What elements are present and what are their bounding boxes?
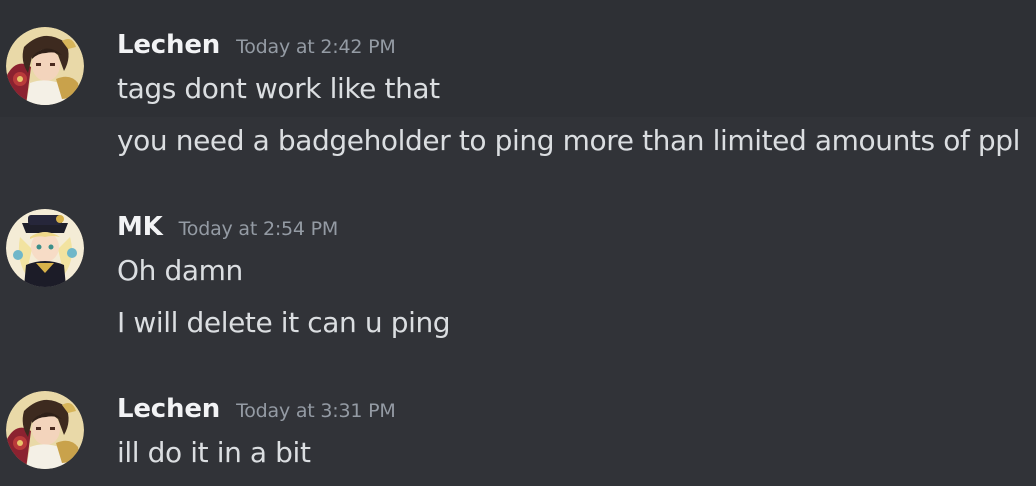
message-text: tags dont work like that (117, 72, 440, 105)
message-list: Lechen Today at 2:42 PM tags dont work l… (0, 0, 1036, 486)
avatar[interactable] (6, 391, 84, 469)
mk-avatar-icon (6, 209, 84, 287)
message-text: Oh damn (117, 254, 243, 287)
avatar[interactable] (6, 209, 84, 287)
lechen-avatar-icon (6, 27, 84, 105)
message-group: Lechen Today at 2:42 PM tags dont work l… (0, 0, 1036, 180)
message-group: MK Today at 2:54 PM Oh damn I will delet… (0, 180, 1036, 360)
username[interactable]: MK (117, 212, 163, 242)
username[interactable]: Lechen (117, 394, 220, 424)
message-text: you need a badgeholder to ping more than… (117, 124, 1021, 157)
timestamp[interactable]: Today at 3:31 PM (236, 400, 396, 422)
timestamp[interactable]: Today at 2:42 PM (236, 36, 396, 58)
timestamp[interactable]: Today at 2:54 PM (179, 218, 339, 240)
message-header: MK Today at 2:54 PM (117, 212, 338, 242)
lechen-avatar-icon (6, 391, 84, 469)
message-header: Lechen Today at 3:31 PM (117, 394, 396, 424)
message-header: Lechen Today at 2:42 PM (117, 30, 396, 60)
message-text: I will delete it can u ping (117, 306, 451, 339)
message-group: Lechen Today at 3:31 PM ill do it in a b… (0, 360, 1036, 486)
avatar[interactable] (6, 27, 84, 105)
message-text: ill do it in a bit (117, 436, 311, 469)
username[interactable]: Lechen (117, 30, 220, 60)
